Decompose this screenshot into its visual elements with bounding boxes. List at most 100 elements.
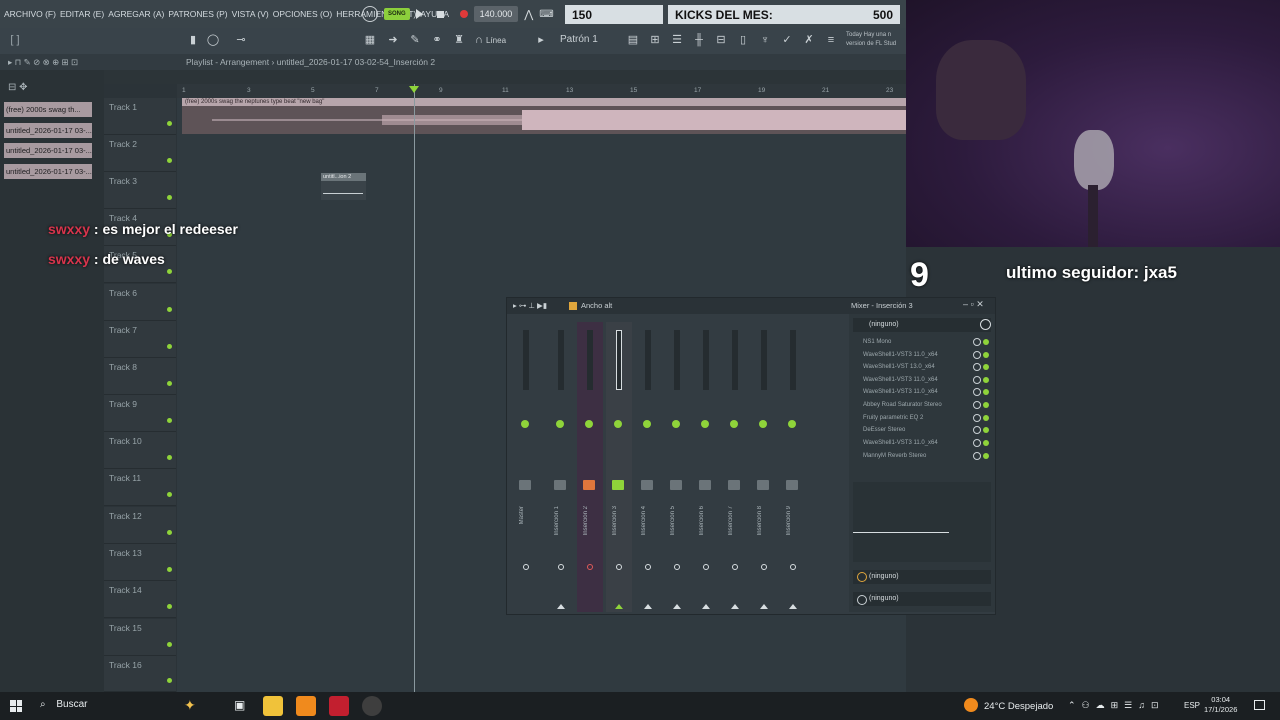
pencil-icon[interactable]: ✎ [408, 33, 422, 47]
fx-enable-led[interactable] [983, 352, 989, 358]
plugin-icon[interactable]: ♆ [758, 33, 772, 47]
mixer-strip[interactable]: Master [513, 322, 539, 612]
stamp-icon[interactable]: ♜ [452, 33, 466, 47]
menu-patrones[interactable]: PATRONES (P) [168, 9, 227, 19]
playlist-icon[interactable]: ▤ [626, 33, 640, 47]
route-icon[interactable] [645, 564, 651, 570]
mixer-strip[interactable]: Inserción 4 [635, 322, 661, 612]
eq-graph[interactable] [853, 482, 991, 562]
fx-enable-led[interactable] [983, 402, 989, 408]
track-header[interactable]: Track 6 [104, 284, 176, 321]
volume-fader[interactable] [583, 480, 595, 490]
track-mute-led[interactable] [167, 567, 172, 572]
route-icon[interactable] [587, 564, 593, 570]
menu-archivo[interactable]: ARCHIVO (F) [4, 9, 56, 19]
volume-fader[interactable] [757, 480, 769, 490]
track-mute-led[interactable] [167, 642, 172, 647]
pan-knob-icon[interactable] [788, 420, 796, 428]
mix-knob-icon[interactable] [973, 388, 981, 396]
track-header[interactable]: Track 9 [104, 395, 176, 432]
fx-slot[interactable]: WaveShell1-VST3 11.0_x64 [857, 386, 989, 398]
mixer-strip[interactable]: Inserción 1 [548, 322, 574, 612]
mixer-width-mode[interactable]: Ancho alt [581, 301, 612, 310]
mix-knob-icon[interactable] [973, 338, 981, 346]
fx-enable-led[interactable] [983, 440, 989, 446]
menu-opciones[interactable]: OPCIONES (O) [273, 9, 333, 19]
mixer-strip[interactable]: Inserción 9 [780, 322, 806, 612]
mix-knob-icon[interactable] [973, 439, 981, 447]
volume-fader[interactable] [554, 480, 566, 490]
track-header[interactable]: Track 11 [104, 469, 176, 506]
pattern-item[interactable]: untitled_2026-01-17 03-... [4, 164, 92, 179]
track-mute-led[interactable] [167, 121, 172, 126]
playhead-marker-icon[interactable] [409, 86, 419, 93]
track-header[interactable]: Track 3 [104, 172, 176, 209]
pitch-icon[interactable]: ⊸ [234, 33, 248, 47]
mix-knob-icon[interactable] [973, 376, 981, 384]
track-header[interactable]: Track 7 [104, 321, 176, 358]
stop-icon[interactable] [436, 10, 444, 18]
track-header[interactable]: Track 8 [104, 358, 176, 395]
track-mute-led[interactable] [167, 269, 172, 274]
track-mute-led[interactable] [167, 604, 172, 609]
timeline-ruler[interactable]: 1 3 5 7 9 11 13 15 17 19 21 23 [177, 84, 906, 98]
pan-knob-icon[interactable] [643, 420, 651, 428]
mixer-icon[interactable]: ⊞ [648, 33, 662, 47]
mixer-strip[interactable]: Inserción 5 [664, 322, 690, 612]
fx-enable-led[interactable] [983, 427, 989, 433]
track-mute-led[interactable] [167, 492, 172, 497]
send-arrow-icon[interactable] [557, 604, 565, 609]
search-box[interactable]: ⌕ Buscar [40, 699, 88, 710]
track-header[interactable]: Track 2 [104, 135, 176, 172]
mix-knob-icon[interactable] [973, 351, 981, 359]
clock[interactable]: 03:04 17/1/2026 [1204, 695, 1237, 715]
fx-enable-led[interactable] [983, 364, 989, 370]
playhead[interactable] [414, 84, 415, 692]
volume-fader[interactable] [519, 480, 531, 490]
fl-studio-icon[interactable] [296, 696, 316, 716]
fx-slot[interactable]: NS1 Mono [857, 336, 989, 348]
menu-editar[interactable]: EDITAR (E) [60, 9, 104, 19]
chrome-icon[interactable] [362, 696, 382, 716]
volume-fader[interactable] [641, 480, 653, 490]
track-mute-led[interactable] [167, 381, 172, 386]
output-select[interactable]: (ninguno) [853, 592, 991, 606]
fx-slot[interactable]: Abbey Road Saturator Stereo [857, 399, 989, 411]
track-mute-led[interactable] [167, 195, 172, 200]
menu-vista[interactable]: VISTA (V) [232, 9, 269, 19]
pan-knob-icon[interactable] [556, 420, 564, 428]
route-icon[interactable] [732, 564, 738, 570]
volume-fader[interactable] [670, 480, 682, 490]
send-arrow-icon[interactable] [615, 604, 623, 609]
fx-slot[interactable]: WaveShell1-VST3 11.0_x64 [857, 349, 989, 361]
volume-fader[interactable] [612, 480, 624, 490]
pan-knob-icon[interactable] [614, 420, 622, 428]
track-mute-led[interactable] [167, 455, 172, 460]
route-icon[interactable] [523, 564, 529, 570]
menu-agregar[interactable]: AGREGAR (A) [108, 9, 164, 19]
arrow-right-small-icon[interactable]: ▸ [534, 33, 548, 47]
route-icon[interactable] [761, 564, 767, 570]
tools-icon[interactable]: ✓ [780, 33, 794, 47]
metronome-icon[interactable]: ⋀ [524, 8, 533, 21]
notes-icon[interactable]: ≡ [824, 33, 838, 47]
fx-slot[interactable]: WaveShell1-VST3 11.0_x64 [857, 374, 989, 386]
record-mode-icon[interactable] [362, 6, 378, 22]
track-header[interactable]: Track 13 [104, 544, 176, 581]
route-icon[interactable] [790, 564, 796, 570]
mixer-strip[interactable]: Inserción 6 [693, 322, 719, 612]
pattern-item[interactable]: untitled_2026-01-17 03-... [4, 123, 92, 138]
eq-icon[interactable]: ╫ [692, 33, 706, 47]
task-view-icon[interactable]: ▣ [234, 698, 245, 712]
route-icon[interactable] [703, 564, 709, 570]
fx-slot[interactable]: WaveShell1-VST 13.0_x64 [857, 361, 989, 373]
browser-icon[interactable]: ⊟ [714, 33, 728, 47]
route-icon[interactable] [674, 564, 680, 570]
track-header[interactable]: Track 12 [104, 507, 176, 544]
settings-icon[interactable] [980, 319, 991, 330]
mixer-strip[interactable]: Inserción 2 [577, 322, 603, 612]
send-arrow-icon[interactable] [731, 604, 739, 609]
magnet-icon[interactable]: ∩ [472, 33, 486, 47]
pan-knob-icon[interactable] [672, 420, 680, 428]
track-header[interactable]: Track 16 [104, 656, 176, 692]
